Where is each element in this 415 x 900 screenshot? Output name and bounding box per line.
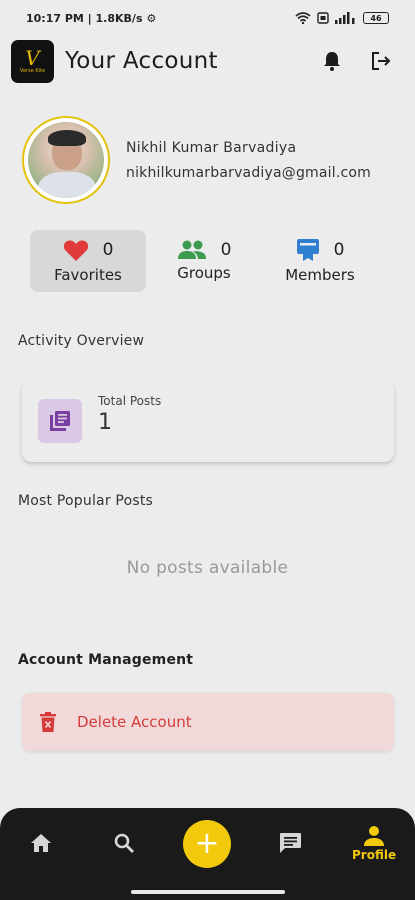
total-posts-card[interactable]: Total Posts 1 [22, 380, 394, 462]
status-time: 10:17 PM | 1.8KB/s [26, 11, 143, 25]
avatar[interactable] [22, 116, 110, 204]
nav-search[interactable] [114, 833, 134, 853]
logo-letter: V [25, 46, 40, 70]
profile-name: Nikhil Kumar Barvadiya [126, 139, 297, 156]
activity-overview-title: Activity Overview [18, 333, 145, 349]
battery-level: 46 [370, 13, 382, 23]
nav-profile-label: Profile [352, 848, 397, 862]
total-posts-text: Total Posts 1 [98, 380, 161, 435]
person-icon [364, 826, 385, 846]
stat-members[interactable]: 0 Members [262, 230, 378, 292]
page-title: Your Account [65, 48, 218, 74]
sim-icon [317, 12, 329, 24]
nav-home[interactable] [30, 833, 52, 853]
library-books-icon [50, 411, 70, 431]
bottom-nav: + Profile [0, 808, 415, 900]
home-indicator [131, 890, 285, 894]
profile-section: Nikhil Kumar Barvadiya nikhilkumarbarvad… [22, 116, 371, 204]
app-header: V Verse Kite Your Account [0, 38, 415, 84]
avatar-photo [28, 122, 104, 198]
header-actions [322, 50, 404, 72]
total-posts-value: 1 [98, 410, 112, 435]
nav-chat[interactable] [279, 832, 302, 854]
app-logo: V Verse Kite [11, 39, 54, 83]
popular-posts-title: Most Popular Posts [18, 493, 154, 509]
logout-button[interactable] [370, 50, 392, 72]
settings-icon: ⚙ [146, 11, 157, 25]
groups-label: Groups [177, 264, 231, 282]
trash-icon [40, 712, 56, 732]
home-icon [31, 834, 51, 852]
total-posts-label: Total Posts [98, 394, 162, 408]
people-icon [177, 240, 206, 259]
profile-email: nikhilkumarbarvadiya@gmail.com [126, 164, 372, 181]
card-membership-icon [296, 239, 319, 261]
wifi-icon [295, 12, 311, 24]
heart-icon [63, 239, 88, 261]
plus-icon: + [194, 826, 220, 861]
favorites-count: 0 [102, 240, 114, 260]
search-icon [114, 833, 134, 853]
stats-row: 0 Favorites 0 Groups 0 Members [30, 230, 385, 292]
groups-count: 0 [220, 240, 232, 260]
status-right: 46 [295, 12, 389, 24]
signal-icon [335, 12, 355, 24]
no-posts-message: No posts available [126, 558, 289, 578]
members-label: Members [285, 266, 355, 284]
nav-profile[interactable]: Profile [352, 826, 396, 862]
delete-account-button[interactable]: Delete Account [22, 693, 394, 751]
posts-icon-box [38, 399, 82, 443]
logo-subtext: Verse Kite [19, 68, 46, 74]
profile-info: Nikhil Kumar Barvadiya nikhilkumarbarvad… [126, 140, 371, 181]
stat-groups[interactable]: 0 Groups [146, 230, 262, 292]
status-bar: 10:17 PM | 1.8KB/s ⚙ 46 [0, 0, 415, 36]
notification-button[interactable] [322, 50, 342, 72]
delete-account-label: Delete Account [77, 713, 192, 731]
battery-icon: 46 [363, 12, 389, 24]
account-management-title: Account Management [18, 652, 194, 668]
members-count: 0 [333, 240, 345, 260]
favorites-label: Favorites [54, 265, 122, 284]
chat-icon [280, 833, 301, 853]
logout-icon [372, 52, 391, 70]
status-left: 10:17 PM | 1.8KB/s ⚙ [26, 12, 156, 25]
stat-favorites[interactable]: 0 Favorites [30, 230, 146, 292]
add-post-button[interactable]: + [183, 820, 231, 868]
bell-icon [324, 52, 340, 71]
